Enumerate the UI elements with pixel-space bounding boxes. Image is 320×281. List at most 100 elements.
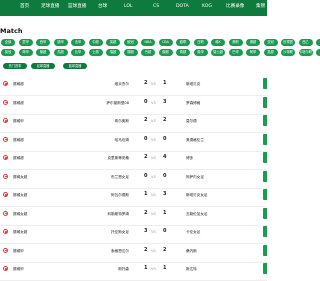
away-team: 瓦勒伦加女足: [186, 211, 208, 216]
watch-button[interactable]: [263, 189, 267, 200]
filter-chip[interactable]: 荷甲: [18, 49, 33, 56]
filter-chip[interactable]: 世预赛: [281, 39, 295, 46]
filter-chip[interactable]: 西乙: [298, 39, 313, 46]
filter-chip[interactable]: 英超: [106, 39, 120, 46]
away-score: 1: [163, 80, 167, 86]
match-row[interactable]: 挪威女超 阿瓦尔德斯 1 VS 3 斯塔贝克女足: [0, 187, 267, 207]
nav-item[interactable]: CS: [153, 4, 159, 10]
vs-label: VS: [151, 211, 156, 216]
vs-label: VS: [151, 193, 156, 197]
filter-chip[interactable]: 其他: [316, 49, 320, 56]
filter-chip[interactable]: 中超: [88, 39, 103, 46]
filter-chip[interactable]: 比甲: [71, 49, 85, 56]
vs-label: VS: [151, 248, 156, 253]
filter-chip[interactable]: 西甲: [36, 39, 50, 46]
filter-chip[interactable]: 沙特联: [281, 49, 295, 56]
filter-chip[interactable]: 欧冠: [123, 39, 138, 46]
match-row[interactable]: 挪威超 萨尔普斯堡08 0 VS 3 罗森博格: [0, 95, 267, 115]
nav-item[interactable]: LOL: [124, 4, 133, 10]
sport-tab[interactable]: 足球直播: [31, 63, 55, 69]
nav-item[interactable]: 集锦: [256, 4, 265, 10]
nav-item[interactable]: 台球: [98, 4, 107, 10]
home-team: 哈马坎姆: [114, 137, 129, 142]
league-name: 挪威甲: [13, 248, 24, 253]
football-icon: [3, 99, 8, 105]
page-title: Match: [0, 27, 23, 35]
nav-item[interactable]: 足球直播: [41, 4, 59, 10]
match-row[interactable]: 挪威女超 利勒斯特罗姆 2 VS 1 瓦勒伦加女足: [0, 206, 267, 226]
filter-chip[interactable]: 欧联: [176, 39, 190, 46]
watch-button[interactable]: [263, 115, 267, 126]
watch-button[interactable]: [263, 263, 267, 274]
filter-chip[interactable]: 澳超: [246, 39, 260, 46]
filter-chip[interactable]: 挪超: [123, 49, 138, 56]
filter-chip[interactable]: 德乙: [316, 39, 320, 46]
filter-chip[interactable]: 英冠: [1, 49, 15, 56]
away-team: 罗森博格: [186, 100, 201, 105]
watch-button[interactable]: [263, 152, 267, 163]
match-row[interactable]: 挪威甲 希尔奥斯 2 VS 2 莫尔德: [0, 113, 267, 133]
watch-button[interactable]: [263, 244, 267, 256]
home-score: 1: [144, 191, 148, 197]
away-score: 1: [163, 265, 167, 271]
away-team: 卡伦女足: [186, 230, 201, 234]
vs-label: VS: [151, 100, 156, 105]
filter-chip[interactable]: 希超: [176, 49, 190, 56]
home-score: 0: [144, 172, 148, 179]
filter-chip[interactable]: 奥甲: [193, 49, 208, 56]
match-row[interactable]: 挪威超 克里斯蒂安桑 2 VS 4 博多: [0, 150, 267, 170]
match-row[interactable]: 挪威甲 索格恩达尔 2 VS 2 桑内斯: [0, 243, 267, 263]
filter-chip[interactable]: 苏超: [53, 49, 68, 56]
match-row[interactable]: 挪威超 维京杰尔 2 VS 1 斯塔贝克: [0, 76, 267, 96]
sport-tab[interactable]: 篮球直播: [63, 63, 87, 69]
match-row[interactable]: 挪威女超 托伦斯女足 3 VS 0 卡伦女足: [0, 224, 267, 244]
filter-chip[interactable]: 墨超: [263, 49, 278, 56]
league-name: 挪威超: [13, 156, 24, 160]
watch-button[interactable]: [263, 226, 267, 237]
filter-chip[interactable]: 韩K: [211, 39, 225, 46]
filter-chip[interactable]: 意甲: [18, 39, 33, 46]
match-row[interactable]: 挪威女超 布兰恩女足 0 VS 0 阿萨内女足: [0, 169, 267, 189]
watch-button[interactable]: [263, 133, 267, 145]
filter-chip[interactable]: 亚冠: [263, 39, 278, 46]
filter-chip[interactable]: 日职: [193, 39, 208, 46]
football-icon: [3, 136, 8, 142]
sport-tab[interactable]: 热门赛事: [3, 63, 27, 69]
away-team: 博多: [186, 156, 194, 160]
nav-item[interactable]: DOTA: [176, 4, 189, 10]
filter-chip[interactable]: 葡超: [36, 49, 50, 56]
filter-chip[interactable]: 美职: [228, 39, 243, 46]
nav-item[interactable]: 篮球直播: [68, 4, 86, 10]
nav-item[interactable]: 首页: [20, 4, 29, 10]
home-team: 萨尔普斯堡08: [106, 100, 129, 105]
football-icon: [3, 247, 8, 253]
league-name: 挪威女超: [13, 230, 28, 234]
league-name: 挪威女超: [13, 174, 28, 179]
filter-chip[interactable]: 丹超: [141, 49, 155, 56]
nav-item[interactable]: KOG: [202, 4, 212, 10]
filter-chip[interactable]: 土超: [88, 49, 103, 56]
filter-chip[interactable]: 法甲: [71, 39, 85, 46]
nav-item[interactable]: 比赛录像: [226, 4, 244, 10]
watch-button[interactable]: [263, 207, 267, 219]
watch-button[interactable]: [263, 78, 267, 89]
football-icon: [3, 210, 8, 216]
filter-chip[interactable]: CBA: [158, 39, 173, 46]
filter-chip[interactable]: 瑞士超: [211, 49, 225, 56]
filter-chip[interactable]: NBA: [141, 39, 155, 46]
filter-chip[interactable]: 俄超: [158, 49, 173, 56]
watch-button[interactable]: [263, 170, 267, 182]
match-row[interactable]: 挪威甲 斯托森 1 VS 1 斯达特: [0, 261, 267, 281]
filter-chip[interactable]: 德甲: [53, 39, 68, 46]
filter-chip[interactable]: 全部: [1, 39, 15, 46]
away-score: 1: [163, 209, 167, 216]
watch-button[interactable]: [263, 96, 267, 108]
filter-chip[interactable]: 巴甲: [228, 49, 243, 56]
football-icon: [3, 229, 8, 234]
home-score: 1: [144, 265, 148, 271]
match-row[interactable]: 挪威超 哈马坎姆 0 VS 0 奥德格伦兰: [0, 132, 267, 152]
filter-chip[interactable]: 卡塔尔联: [298, 49, 313, 56]
home-score: 2: [144, 246, 148, 253]
filter-chip[interactable]: 阿甲: [246, 49, 260, 56]
filter-chip[interactable]: 瑞超: [106, 49, 120, 56]
